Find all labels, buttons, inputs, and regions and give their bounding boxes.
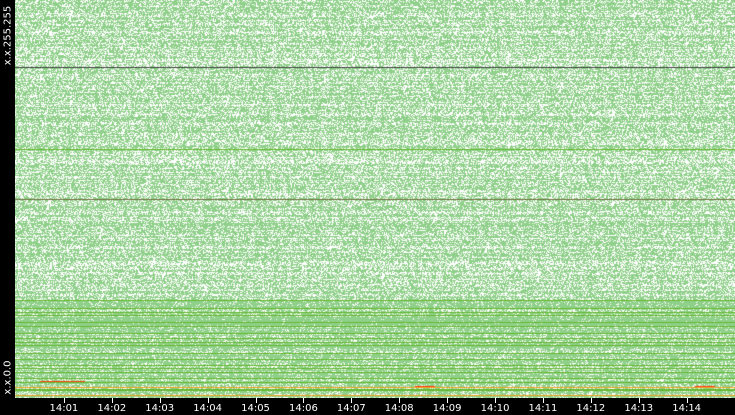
- x-tick-label: 14:11: [528, 403, 558, 414]
- x-tick-label: 14:03: [145, 403, 175, 414]
- y-axis: x.x.255.255 x.x.0.0: [0, 0, 15, 415]
- x-tick-label: 14:12: [576, 403, 606, 414]
- x-tick-label: 14:01: [49, 403, 79, 414]
- x-tick-label: 14:05: [241, 403, 270, 414]
- x-tick-label: 14:06: [289, 403, 318, 414]
- x-tick-label: 14:02: [97, 403, 127, 414]
- x-tick-label: 14:04: [193, 403, 223, 414]
- x-tick-label: 14:08: [384, 403, 414, 414]
- x-axis: 14:01 14:02 14:03 14:04 14:05 14:06 14:07 14:08…: [0, 398, 735, 415]
- x-tick-label: 14:07: [336, 403, 366, 414]
- x-tick-label: 14:10: [480, 403, 510, 414]
- x-tick-label: 14:14: [672, 403, 702, 414]
- y-tick-label-top: x.x.255.255: [2, 5, 14, 66]
- heatmap-plot-area: [15, 0, 735, 398]
- x-tick-label: 14:09: [432, 403, 462, 414]
- x-tick-label: 14:13: [624, 403, 654, 414]
